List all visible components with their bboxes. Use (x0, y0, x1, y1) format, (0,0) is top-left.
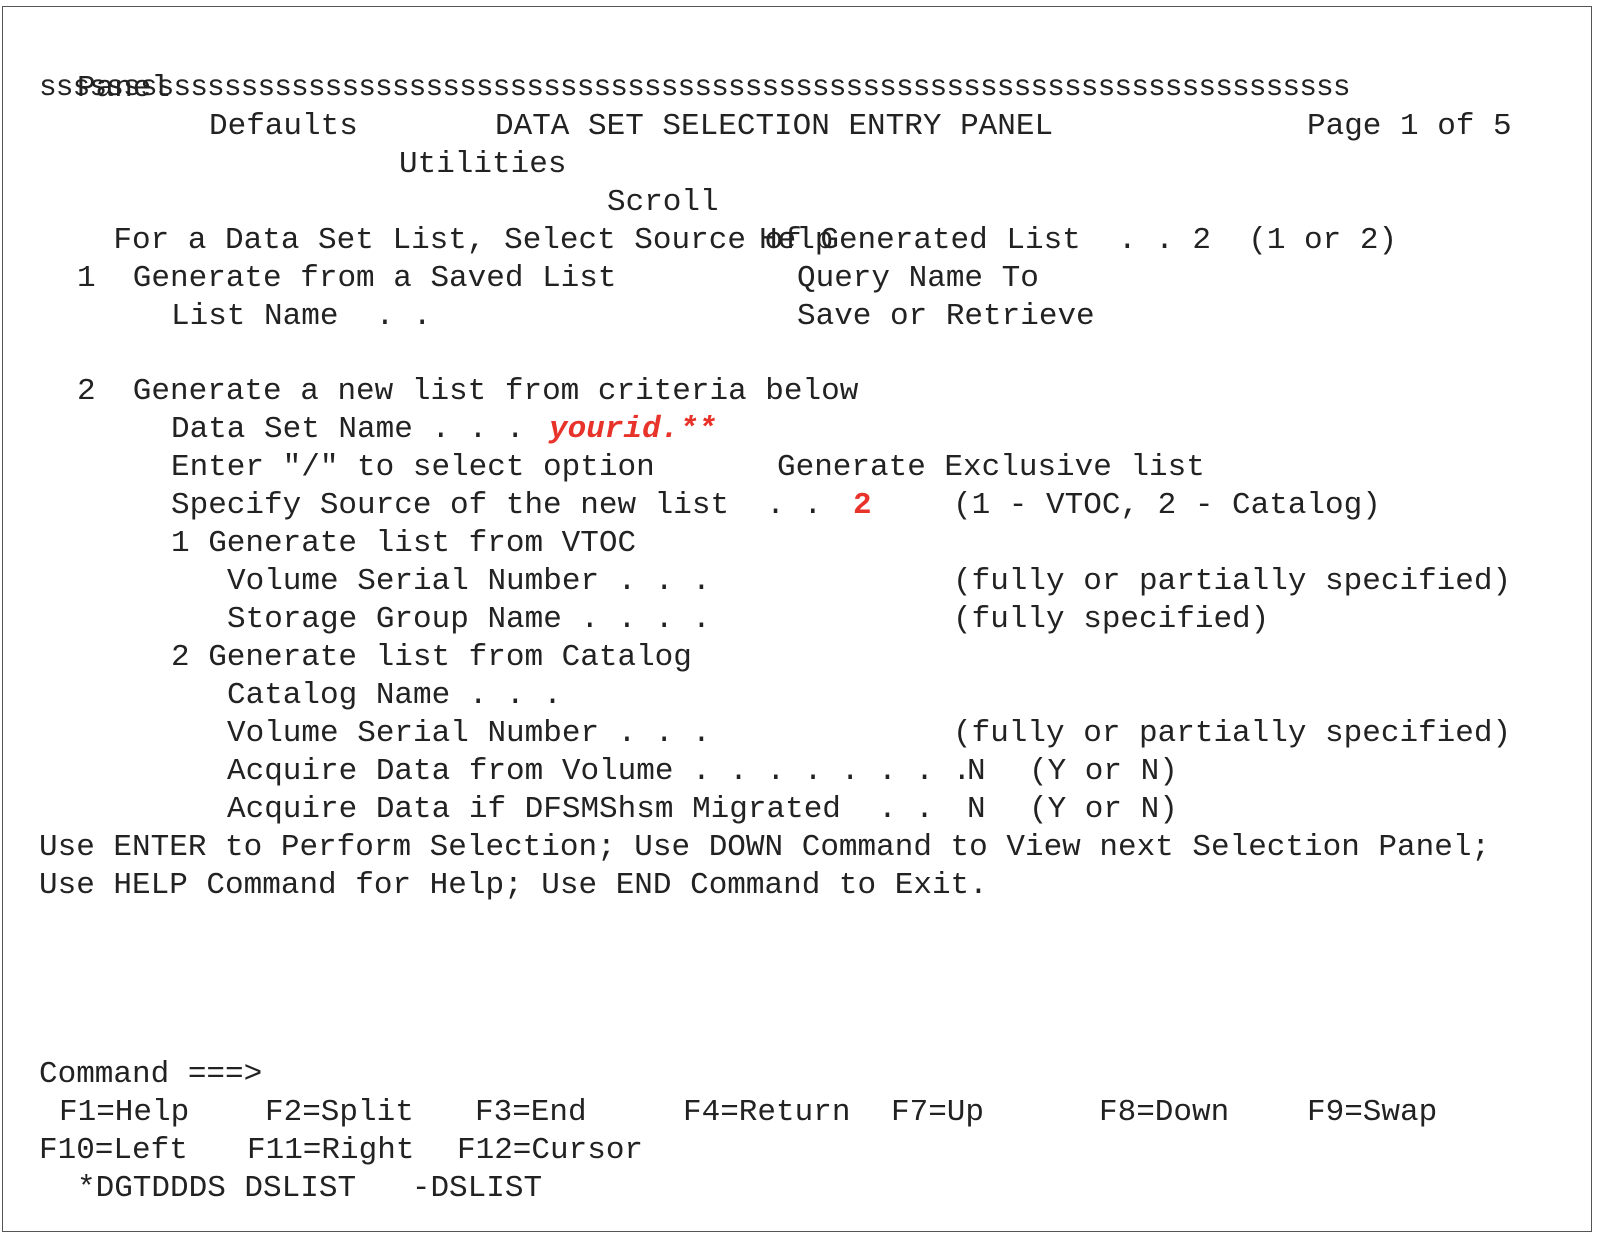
fkey-f7[interactable]: F7=Up (891, 1094, 984, 1132)
storage-group-hint: (fully specified) (953, 602, 1270, 637)
list-name-field[interactable] (443, 300, 777, 334)
instruction-line-1: Use ENTER to Perform Selection; Use DOWN… (39, 830, 1491, 865)
acquire-hsm-label: Acquire Data if DFSMShsm Migrated . . (227, 792, 934, 827)
catalog-name-field[interactable] (583, 679, 987, 713)
command-label: Command ===> (39, 1057, 263, 1092)
menu-utilities[interactable]: Utilities (399, 146, 566, 184)
storage-group-label: Storage Group Name . . . . (227, 602, 711, 637)
volser2-label: Volume Serial Number . . . (227, 716, 711, 751)
query-name-label: Query Name To (797, 261, 1039, 296)
catalog-name-label: Catalog Name . . . (227, 678, 562, 713)
acquire-hsm-hint: (Y or N) (1029, 792, 1178, 827)
storage-group-field[interactable] (733, 603, 937, 637)
volser-field[interactable] (733, 565, 937, 599)
slash-select-label: Enter "/" to select option (171, 450, 655, 485)
panel-title: DATA SET SELECTION ENTRY PANEL (495, 109, 1054, 144)
specify-source-hint: (1 - VTOC, 2 - Catalog) (953, 488, 1381, 523)
volser-hint: (fully or partially specified) (953, 564, 1512, 599)
list-name-label: List Name . . (171, 299, 432, 334)
menu-separator: ssssssssssssssssssssssssssssssssssssssss… (39, 70, 1351, 104)
ispf-panel: Panel Defaults Utilities Scroll Help sss… (2, 6, 1592, 1232)
command-input[interactable] (275, 1059, 1519, 1093)
catalog-option-label: 2 Generate list from Catalog (171, 640, 692, 675)
vtoc-option-label: 1 Generate list from VTOC (171, 526, 637, 561)
fkey-f3[interactable]: F3=End (475, 1094, 587, 1132)
volser2-hint: (fully or partially specified) (953, 716, 1512, 751)
fkey-f4[interactable]: F4=Return (683, 1094, 850, 1132)
acquire-volume-hint: (Y or N) (1029, 754, 1178, 789)
acquire-hsm-field[interactable]: N (967, 791, 986, 829)
fkey-f1[interactable]: F1=Help (59, 1094, 189, 1132)
save-retrieve-label: Save or Retrieve (797, 299, 1095, 334)
acquire-volume-label: Acquire Data from Volume . . . . . . . . (227, 754, 972, 789)
fkey-f10[interactable]: F10=Left (39, 1132, 188, 1170)
dsn-label: Data Set Name . . . (171, 412, 525, 447)
dsn-field[interactable]: yourid.** (549, 411, 716, 449)
option1-label: 1 Generate from a Saved List (77, 261, 617, 296)
fkey-f8[interactable]: F8=Down (1099, 1094, 1229, 1132)
source-prompt-label: For a Data Set List, Select Source of Ge… (113, 223, 1174, 258)
volser2-field[interactable] (733, 717, 937, 751)
fkey-f12[interactable]: F12=Cursor (457, 1132, 643, 1170)
acquire-volume-field[interactable]: N (967, 753, 986, 791)
source-hint: (1 or 2) (1248, 223, 1398, 258)
specify-source-field[interactable]: 2 (853, 487, 872, 525)
fkey-f11[interactable]: F11=Right (247, 1132, 414, 1170)
status-line: *DGTDDDS DSLIST -DSLIST (77, 1171, 543, 1206)
page-indicator: Page 1 of 5 (1307, 109, 1512, 144)
fkey-f2[interactable]: F2=Split (265, 1094, 414, 1132)
option2-label: 2 Generate a new list from criteria belo… (77, 374, 859, 409)
menu-defaults[interactable]: Defaults (209, 108, 358, 146)
fkey-f9[interactable]: F9=Swap (1307, 1094, 1437, 1132)
source-select-field[interactable]: 2 (1192, 223, 1211, 258)
volser-label: Volume Serial Number . . . (227, 564, 711, 599)
instruction-line-2: Use HELP Command for Help; Use END Comma… (39, 868, 988, 903)
exclusive-list-option[interactable]: Generate Exclusive list (777, 449, 1205, 487)
specify-source-label: Specify Source of the new list . . (171, 488, 823, 523)
